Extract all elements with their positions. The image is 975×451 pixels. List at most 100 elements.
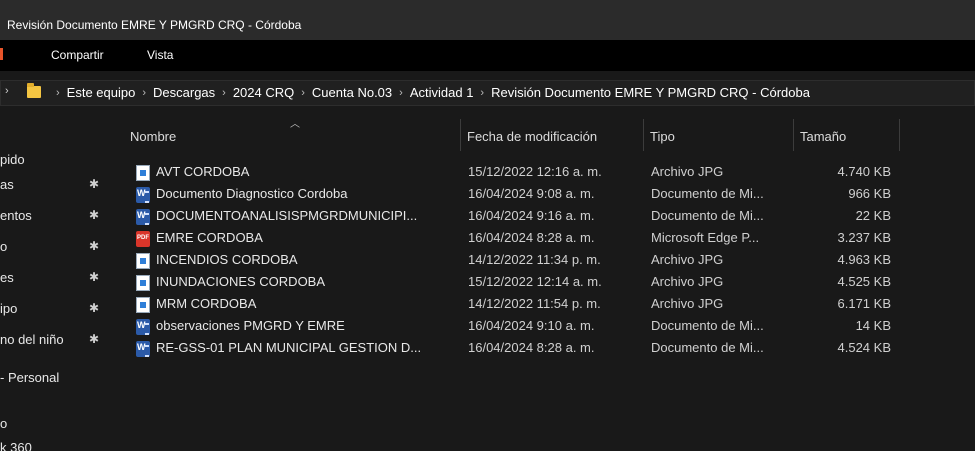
expand-arrow-icon[interactable]: › bbox=[5, 85, 9, 97]
nav-item[interactable]: k 360 bbox=[0, 437, 118, 451]
file-type: Documento de Mi... bbox=[651, 318, 764, 333]
jpg-file-icon bbox=[136, 275, 150, 291]
file-row[interactable]: AVT CORDOBA 15/12/2022 12:16 a. m. Archivo… bbox=[118, 162, 975, 184]
file-size: 4.963 KB bbox=[837, 252, 892, 267]
file-row[interactable]: Documento Diagnostico Cordoba 16/04/2024 … bbox=[118, 184, 975, 206]
nav-item-label: entos bbox=[0, 208, 32, 223]
file-name: INCENDIOS CORDOBA bbox=[156, 252, 298, 267]
nav-item-label: o bbox=[0, 239, 8, 254]
file-date: 15/12/2022 12:16 a. m. bbox=[468, 164, 602, 179]
breadcrumb-separator-icon[interactable]: › bbox=[301, 87, 305, 99]
file-name: RE-GSS-01 PLAN MUNICIPAL GESTION D... bbox=[156, 340, 422, 355]
breadcrumb-separator-icon[interactable]: › bbox=[480, 87, 484, 99]
breadcrumb-item[interactable]: 2024 CRQ bbox=[233, 85, 294, 100]
nav-item[interactable]: ipo ✱ bbox=[0, 298, 118, 320]
file-type: Archivo JPG bbox=[651, 252, 724, 267]
nav-item-label: no del niño bbox=[0, 332, 64, 347]
file-size: 4.740 KB bbox=[837, 164, 892, 179]
breadcrumb-separator-icon[interactable]: › bbox=[142, 87, 146, 99]
nav-item[interactable]: as ✱ bbox=[0, 174, 118, 196]
file-size: 22 KB bbox=[855, 208, 891, 223]
column-header-name[interactable]: ︿ Nombre bbox=[124, 117, 461, 151]
file-row[interactable]: MRM CORDOBA 14/12/2022 11:54 p. m. Archivo… bbox=[118, 294, 975, 316]
ribbon-tabs: Compartir Vista bbox=[0, 40, 975, 71]
file-type: Archivo JPG bbox=[651, 296, 724, 311]
file-name: MRM CORDOBA bbox=[156, 296, 257, 311]
file-type: Microsoft Edge P... bbox=[651, 230, 760, 245]
nav-item-label: k 360 bbox=[0, 440, 32, 451]
breadcrumb-separator-icon[interactable]: › bbox=[56, 87, 60, 99]
breadcrumb: › Este equipo › Descargas › 2024 CRQ › Cuenta N… bbox=[49, 85, 810, 100]
file-date: 16/04/2024 9:08 a. m. bbox=[468, 186, 595, 201]
pin-icon[interactable]: ✱ bbox=[89, 270, 99, 284]
file-date: 15/12/2022 12:14 a. m. bbox=[468, 274, 602, 289]
column-header-date[interactable]: Fecha de modificación bbox=[461, 117, 644, 151]
pin-icon[interactable]: ✱ bbox=[89, 301, 99, 315]
nav-item[interactable]: o bbox=[0, 413, 118, 435]
file-date: 14/12/2022 11:54 p. m. bbox=[468, 296, 601, 311]
file-list: ︿ Nombre Fecha de modificación Tipo Tama… bbox=[118, 117, 975, 451]
file-type: Archivo JPG bbox=[651, 274, 724, 289]
file-size: 14 KB bbox=[855, 318, 891, 333]
breadcrumb-item[interactable]: Este equipo bbox=[67, 85, 136, 100]
file-tab-accent[interactable] bbox=[0, 48, 3, 60]
file-type: Documento de Mi... bbox=[651, 208, 764, 223]
window-title: Revisión Documento EMRE Y PMGRD CRQ - Có… bbox=[7, 18, 302, 32]
breadcrumb-separator-icon[interactable]: › bbox=[399, 87, 403, 99]
word-file-icon bbox=[136, 319, 150, 335]
file-name: DOCUMENTOANALISISPMGRDMUNICIPI... bbox=[156, 208, 418, 223]
file-size: 4.525 KB bbox=[837, 274, 892, 289]
breadcrumb-item[interactable]: Revisión Documento EMRE Y PMGRD CRQ - Có… bbox=[491, 85, 810, 100]
nav-item[interactable]: pido bbox=[0, 149, 118, 171]
file-row[interactable]: observaciones PMGRD Y EMRE 16/04/2024 9:1… bbox=[118, 316, 975, 338]
address-bar[interactable]: › › Este equipo › Descargas › 2024 CRQ › Cuenta… bbox=[0, 80, 975, 106]
nav-item[interactable]: entos ✱ bbox=[0, 205, 118, 227]
file-date: 16/04/2024 9:16 a. m. bbox=[468, 208, 595, 223]
file-name: observaciones PMGRD Y EMRE bbox=[156, 318, 345, 333]
file-row[interactable]: RE-GSS-01 PLAN MUNICIPAL GESTION D... 16/… bbox=[118, 338, 975, 360]
file-size: 4.524 KB bbox=[837, 340, 892, 355]
nav-item-label: ipo bbox=[0, 301, 18, 316]
nav-item-label: o bbox=[0, 416, 8, 431]
nav-item-label: es bbox=[0, 270, 14, 285]
pin-icon[interactable]: ✱ bbox=[89, 208, 99, 222]
navigation-pane: pido as ✱ entos ✱ o ✱ es ✱ ipo ✱ no del niño ✱ - Pers… bbox=[0, 117, 118, 451]
nav-item-label: pido bbox=[0, 152, 25, 167]
tab-vista[interactable]: Vista bbox=[147, 48, 173, 62]
pin-icon[interactable]: ✱ bbox=[89, 239, 99, 253]
word-file-icon bbox=[136, 341, 150, 357]
nav-item[interactable]: es ✱ bbox=[0, 267, 118, 289]
breadcrumb-item[interactable]: Actividad 1 bbox=[410, 85, 474, 100]
nav-item[interactable]: no del niño ✱ bbox=[0, 329, 118, 351]
nav-item[interactable]: - Personal bbox=[0, 367, 118, 389]
folder-icon bbox=[27, 83, 41, 98]
file-row[interactable]: DOCUMENTOANALISISPMGRDMUNICIPI... 16/04/2… bbox=[118, 206, 975, 228]
column-header-size[interactable]: Tamaño bbox=[794, 117, 900, 151]
title-bar: Revisión Documento EMRE Y PMGRD CRQ - Có… bbox=[0, 0, 975, 40]
file-type: Documento de Mi... bbox=[651, 340, 764, 355]
file-type: Archivo JPG bbox=[651, 164, 724, 179]
jpg-file-icon bbox=[136, 253, 150, 269]
breadcrumb-item[interactable]: Descargas bbox=[153, 85, 215, 100]
file-row[interactable]: INUNDACIONES CORDOBA 15/12/2022 12:14 a. … bbox=[118, 272, 975, 294]
pin-icon[interactable]: ✱ bbox=[89, 332, 99, 346]
file-size: 966 KB bbox=[848, 186, 891, 201]
breadcrumb-separator-icon[interactable]: › bbox=[222, 87, 226, 99]
tab-compartir[interactable]: Compartir bbox=[51, 48, 104, 62]
file-date: 16/04/2024 9:10 a. m. bbox=[468, 318, 595, 333]
file-row[interactable]: EMRE CORDOBA 16/04/2024 8:28 a. m. Microso… bbox=[118, 228, 975, 250]
file-date: 16/04/2024 8:28 a. m. bbox=[468, 340, 595, 355]
pin-icon[interactable]: ✱ bbox=[89, 177, 99, 191]
nav-item-label: - Personal bbox=[0, 370, 60, 385]
breadcrumb-item[interactable]: Cuenta No.03 bbox=[312, 85, 392, 100]
file-row[interactable]: INCENDIOS CORDOBA 14/12/2022 11:34 p. m. A… bbox=[118, 250, 975, 272]
file-name: EMRE CORDOBA bbox=[156, 230, 263, 245]
pdf-file-icon bbox=[136, 231, 150, 247]
file-name: AVT CORDOBA bbox=[156, 164, 250, 179]
nav-item-label: as bbox=[0, 177, 14, 192]
sort-ascending-icon: ︿ bbox=[290, 119, 300, 130]
nav-item[interactable]: o ✱ bbox=[0, 236, 118, 258]
file-type: Documento de Mi... bbox=[651, 186, 764, 201]
column-header-type[interactable]: Tipo bbox=[644, 117, 794, 151]
file-size: 6.171 KB bbox=[837, 296, 892, 311]
